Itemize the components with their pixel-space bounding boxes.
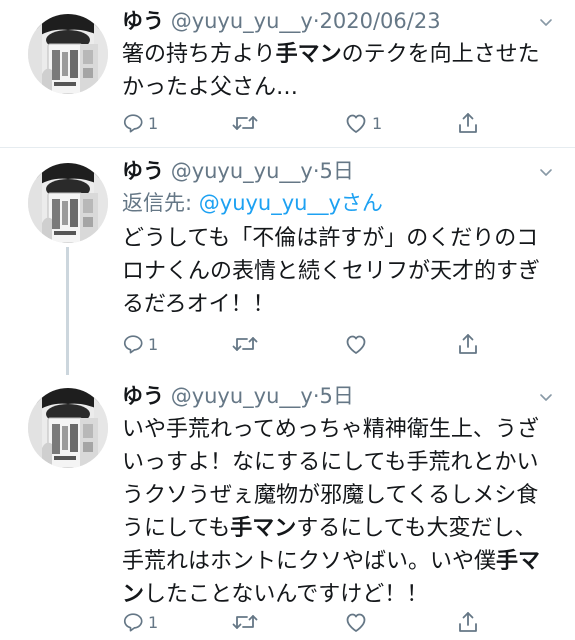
reply-button[interactable]: 1 xyxy=(122,108,158,138)
retweet-icon xyxy=(232,112,258,134)
tweet-actions: 1 1 xyxy=(122,108,542,138)
chevron-down-icon[interactable] xyxy=(539,389,553,403)
replying-to: 返信先: @yuyu_yu__yさん xyxy=(122,188,557,218)
heart-icon xyxy=(344,112,368,134)
reply-mention-link[interactable]: @yuyu_yu__y xyxy=(199,191,341,215)
reply-icon xyxy=(122,333,144,355)
tweet-actions: 1 xyxy=(122,607,542,637)
text-segment: 箸の持ち方より xyxy=(122,42,276,67)
tweet-date[interactable]: 5日 xyxy=(320,384,354,408)
user-handle[interactable]: @yuyu_yu__y xyxy=(171,384,313,408)
dot-separator: · xyxy=(312,159,320,183)
share-icon xyxy=(457,111,479,135)
tweet-date[interactable]: 2020/06/23 xyxy=(320,9,441,33)
tweet-thread: ゆう @yuyu_yu__y·2020/06/23 箸の持ち方より手マンのテクを… xyxy=(0,0,575,640)
reply-button[interactable]: 1 xyxy=(122,607,158,637)
avatar[interactable] xyxy=(28,163,108,243)
user-handle[interactable]: @yuyu_yu__y xyxy=(171,159,313,183)
thread-line xyxy=(66,247,69,375)
user-handle[interactable]: @yuyu_yu__y xyxy=(171,9,313,33)
tweet-body: ゆう @yuyu_yu__y·5日 返信先: @yuyu_yu__yさん どうし… xyxy=(122,154,557,321)
bold-text: 手マン xyxy=(275,42,342,67)
tweet-body: ゆう @yuyu_yu__y·5日 いや手荒れってめっちゃ精神衛生上、うざ いっ… xyxy=(122,379,557,611)
share-button[interactable] xyxy=(457,607,479,637)
like-button[interactable] xyxy=(344,329,372,359)
dot-separator: · xyxy=(312,384,320,408)
dot-separator: · xyxy=(312,9,320,33)
heart-icon xyxy=(344,333,368,355)
tweet-header: ゆう @yuyu_yu__y·2020/06/23 xyxy=(122,4,557,38)
retweet-icon xyxy=(232,611,258,633)
share-button[interactable] xyxy=(457,329,479,359)
tweet[interactable]: ゆう @yuyu_yu__y·5日 いや手荒れってめっちゃ精神衛生上、うざ いっ… xyxy=(0,373,575,640)
avatar[interactable] xyxy=(28,388,108,468)
tweet[interactable]: ゆう @yuyu_yu__y·2020/06/23 箸の持ち方より手マンのテクを… xyxy=(0,0,575,147)
reply-count: 1 xyxy=(148,612,159,632)
tweet-text: いや手荒れってめっちゃ精神衛生上、うざ いっすよ！なにするにしても手荒れとかい … xyxy=(122,413,557,611)
display-name[interactable]: ゆう xyxy=(122,159,164,183)
retweet-button[interactable] xyxy=(232,607,262,637)
reply-button[interactable]: 1 xyxy=(122,329,158,359)
tweet-header: ゆう @yuyu_yu__y·5日 xyxy=(122,379,557,413)
share-icon xyxy=(457,610,479,634)
like-button[interactable]: 1 xyxy=(344,108,382,138)
tweet[interactable]: ゆう @yuyu_yu__y·5日 返信先: @yuyu_yu__yさん どうし… xyxy=(0,147,575,375)
bold-text: 手マン xyxy=(230,516,297,541)
reply-mention-suffix: さん xyxy=(340,191,383,215)
share-button[interactable] xyxy=(457,108,479,138)
heart-icon xyxy=(344,611,368,633)
replying-to-label: 返信先: xyxy=(122,191,199,215)
retweet-icon xyxy=(232,333,258,355)
chevron-down-icon[interactable] xyxy=(539,164,553,178)
avatar[interactable] xyxy=(28,14,108,94)
display-name[interactable]: ゆう xyxy=(122,384,164,408)
tweet-body: ゆう @yuyu_yu__y·2020/06/23 箸の持ち方より手マンのテクを… xyxy=(122,4,557,104)
tweet-actions: 1 xyxy=(122,329,542,359)
reply-count: 1 xyxy=(148,334,159,354)
tweet-text: 箸の持ち方より手マンのテクを向上させた かったよ父さん… xyxy=(122,38,557,104)
text-segment: したことないんですけど！！ xyxy=(144,582,429,607)
chevron-down-icon[interactable] xyxy=(539,14,553,28)
like-button[interactable] xyxy=(344,607,372,637)
tweet-text: どうしても「不倫は許すが」のくだりのコ ロナくんの表情と続くセリフが天才的すぎ … xyxy=(122,222,557,321)
like-count: 1 xyxy=(372,113,383,133)
tweet-header: ゆう @yuyu_yu__y·5日 xyxy=(122,154,557,188)
reply-count: 1 xyxy=(148,113,159,133)
retweet-button[interactable] xyxy=(232,329,262,359)
reply-icon xyxy=(122,112,144,134)
text-segment: どうしても「不倫は許すが」のくだりのコ ロナくんの表情と続くセリフが天才的すぎ … xyxy=(122,226,541,317)
retweet-button[interactable] xyxy=(232,108,262,138)
tweet-date[interactable]: 5日 xyxy=(320,159,354,183)
reply-icon xyxy=(122,611,144,633)
share-icon xyxy=(457,332,479,356)
display-name[interactable]: ゆう xyxy=(122,9,164,33)
